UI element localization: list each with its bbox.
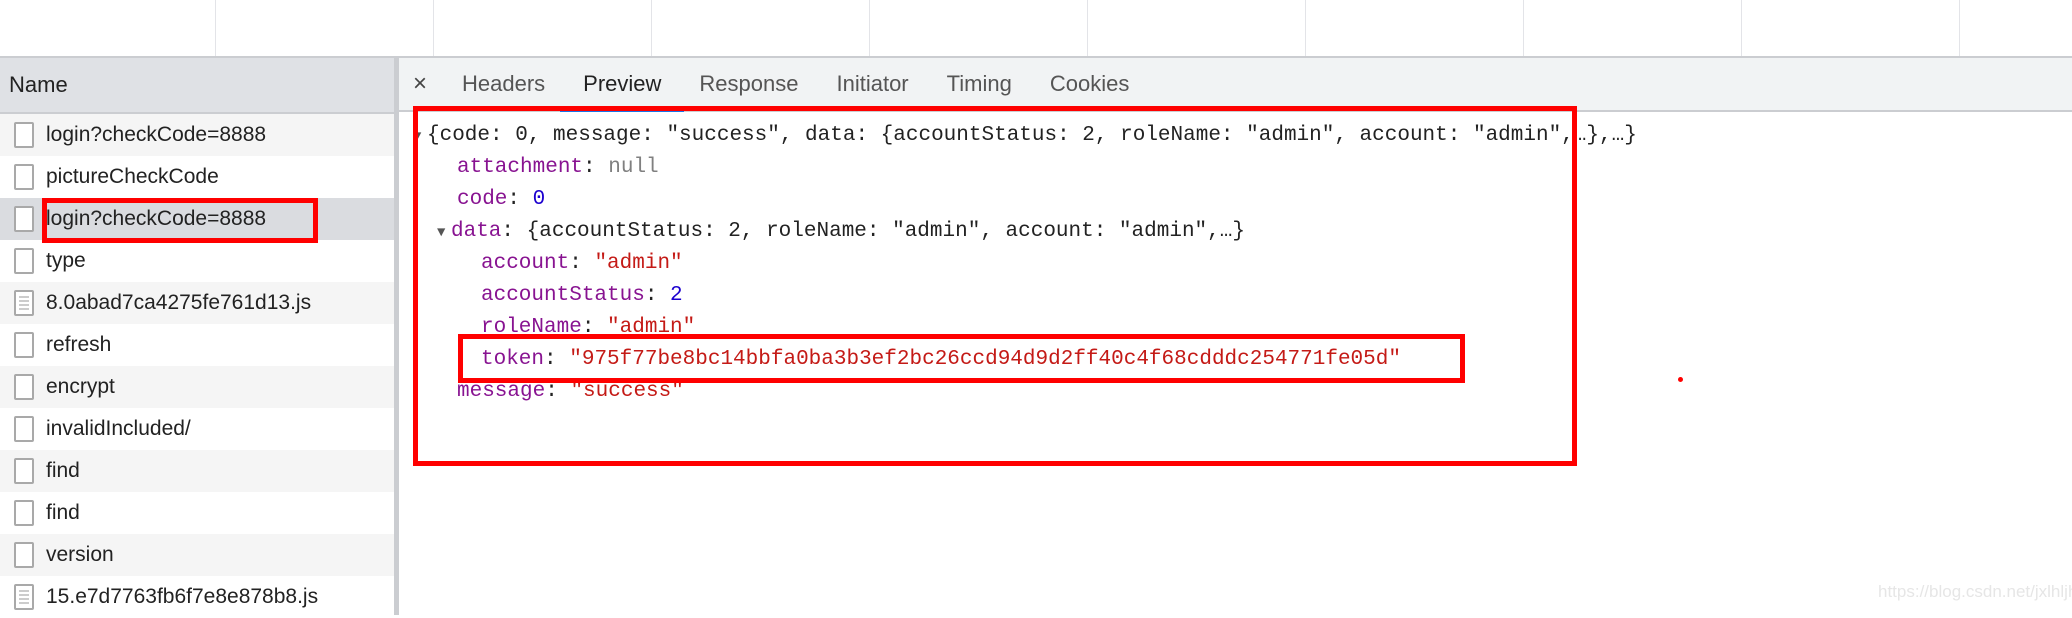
- divider: [1959, 0, 1960, 56]
- tab-cookies[interactable]: Cookies: [1031, 58, 1148, 110]
- request-name: encrypt: [46, 375, 115, 398]
- divider: [869, 0, 870, 56]
- request-name: pictureCheckCode: [46, 165, 219, 188]
- highlight-box-request: [42, 198, 318, 243]
- request-list: Name login?checkCode=8888 pictureCheckCod…: [0, 58, 399, 615]
- watermark: https://blog.csdn.net/jxlhljh: [1878, 582, 2072, 601]
- tab-initiator[interactable]: Initiator: [817, 58, 927, 110]
- divider: [651, 0, 652, 56]
- request-name: invalidIncluded/: [46, 417, 191, 440]
- document-file-icon: [14, 416, 34, 442]
- tab-timing[interactable]: Timing: [928, 58, 1031, 110]
- divider: [433, 0, 434, 56]
- request-row[interactable]: refresh: [0, 324, 394, 366]
- tab-response[interactable]: Response: [680, 58, 817, 110]
- tab-preview[interactable]: Preview: [560, 58, 685, 112]
- divider: [1741, 0, 1742, 56]
- request-name: 8.0abad7ca4275fe761d13.js: [46, 291, 312, 314]
- close-icon[interactable]: ×: [413, 70, 443, 98]
- request-row[interactable]: invalidIncluded/: [0, 408, 394, 450]
- annotation-dot: [1678, 377, 1683, 382]
- document-file-icon: [14, 332, 34, 358]
- request-name: version: [46, 543, 114, 566]
- details-tabs: × Headers Preview Response Initiator Tim…: [399, 58, 2072, 112]
- document-file-icon: [14, 164, 34, 190]
- document-file-icon: [14, 374, 34, 400]
- tab-headers[interactable]: Headers: [443, 58, 564, 110]
- request-name: find: [46, 459, 80, 482]
- divider: [215, 0, 216, 56]
- highlight-box-token: [458, 334, 1465, 383]
- request-row[interactable]: version: [0, 534, 394, 576]
- highlight-box-response: [413, 106, 1577, 466]
- request-name: type: [46, 249, 86, 272]
- request-row[interactable]: login?checkCode=8888: [0, 114, 394, 156]
- document-file-icon: [14, 500, 34, 526]
- divider: [1087, 0, 1088, 56]
- document-file-icon: [14, 248, 34, 274]
- request-row[interactable]: type: [0, 240, 394, 282]
- divider: [1305, 0, 1306, 56]
- request-name: refresh: [46, 333, 112, 356]
- divider: [1523, 0, 1524, 56]
- document-file-icon: [14, 542, 34, 568]
- request-row[interactable]: find: [0, 450, 394, 492]
- document-file-icon: [14, 458, 34, 484]
- script-file-icon: [14, 290, 34, 316]
- request-row[interactable]: pictureCheckCode: [0, 156, 394, 198]
- request-row[interactable]: find: [0, 492, 394, 534]
- request-row[interactable]: encrypt: [0, 366, 394, 408]
- request-name: login?checkCode=8888: [46, 123, 267, 146]
- request-row[interactable]: 8.0abad7ca4275fe761d13.js: [0, 282, 394, 324]
- document-file-icon: [14, 206, 34, 232]
- script-file-icon: [14, 584, 34, 610]
- request-row[interactable]: 15.e7d7763fb6f7e8e878b8.js: [0, 576, 394, 618]
- top-strip: [0, 0, 2072, 58]
- request-name: 15.e7d7763fb6f7e8e878b8.js: [46, 585, 319, 608]
- request-name: find: [46, 501, 80, 524]
- name-column-header[interactable]: Name: [0, 58, 394, 114]
- document-file-icon: [14, 122, 34, 148]
